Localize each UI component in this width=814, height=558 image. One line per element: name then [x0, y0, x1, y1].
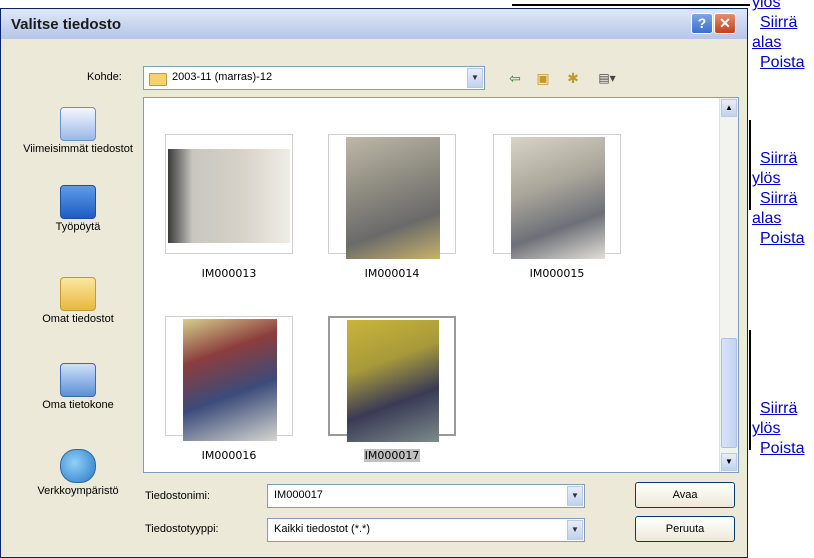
place-recent[interactable]: Viimeisimmät tiedostot	[16, 107, 140, 155]
look-in-label: Kohde:	[87, 71, 122, 83]
my-documents-icon	[60, 277, 96, 311]
new-folder-icon[interactable]: ✱	[563, 69, 583, 87]
places-bar: Viimeisimmät tiedostot Työpöytä Omat tie…	[16, 97, 140, 517]
my-computer-icon	[60, 363, 96, 397]
place-my-computer[interactable]: Oma tietokone	[16, 363, 140, 411]
link-move-2[interactable]: Siirrä	[760, 150, 797, 168]
place-network[interactable]: Verkkoympäristö	[16, 449, 140, 497]
look-in-value: 2003-11 (marras)-12	[172, 71, 273, 83]
scroll-thumb[interactable]	[721, 338, 737, 448]
thumbnail-frame	[165, 316, 293, 441]
filetype-value: Kaikki tiedostot (*.*)	[274, 523, 370, 535]
thumbnail-frame	[328, 316, 456, 442]
folder-icon	[149, 73, 167, 86]
photo-thumbnail	[346, 137, 440, 259]
dialog-title: Valitse tiedosto	[11, 16, 122, 33]
photo-thumbnail	[511, 137, 605, 259]
filetype-label: Tiedostotyyppi:	[145, 523, 219, 535]
divider	[749, 330, 751, 450]
filename-value: IM000017	[274, 489, 323, 501]
file-name: IM000016	[201, 449, 257, 462]
place-label: Verkkoympäristö	[37, 485, 119, 497]
scroll-up-icon[interactable]: ▲	[721, 99, 737, 117]
vertical-scrollbar[interactable]: ▲ ▼	[719, 98, 738, 472]
recent-documents-icon	[60, 107, 96, 141]
file-list[interactable]: IM000013 IM000014 IM000015 IM000016 IM00…	[143, 97, 739, 473]
file-name: IM000017	[363, 449, 421, 462]
network-places-icon	[60, 449, 96, 483]
link-down-2[interactable]: alas	[752, 210, 781, 228]
title-bar: Valitse tiedosto ? ✕	[1, 9, 747, 39]
chevron-down-icon[interactable]: ▼	[567, 520, 583, 540]
place-label: Työpöytä	[55, 221, 101, 233]
link-move-1[interactable]: Siirrä	[760, 14, 797, 32]
link-delete-1[interactable]: Poista	[760, 54, 804, 72]
cancel-button[interactable]: Peruuta	[635, 516, 735, 542]
place-label: Viimeisimmät tiedostot	[23, 143, 133, 155]
place-label: Oma tietokone	[42, 399, 114, 411]
file-item-selected[interactable]: IM000017	[328, 316, 456, 462]
link-up-1[interactable]: ylös	[752, 0, 780, 12]
photo-thumbnail	[347, 320, 439, 442]
link-delete-3[interactable]: Poista	[760, 440, 804, 458]
desktop-icon	[60, 185, 96, 219]
place-desktop[interactable]: Työpöytä	[16, 185, 140, 233]
back-icon[interactable]: ⇦	[505, 69, 525, 87]
file-item[interactable]: IM000016	[165, 316, 293, 462]
divider	[749, 120, 751, 210]
link-move-3[interactable]: Siirrä	[760, 400, 797, 418]
file-name: IM000015	[529, 267, 585, 280]
link-up-3[interactable]: ylös	[752, 420, 780, 438]
photo-thumbnail	[183, 319, 277, 441]
filename-label: Tiedostonimi:	[145, 490, 211, 502]
thumbnail-frame	[493, 134, 621, 259]
close-button[interactable]: ✕	[714, 13, 736, 34]
view-menu-icon[interactable]: ▤▾	[593, 69, 621, 87]
chevron-down-icon[interactable]: ▼	[567, 486, 583, 506]
open-button[interactable]: Avaa	[635, 482, 735, 508]
chevron-down-icon[interactable]: ▼	[467, 68, 483, 88]
divider	[512, 4, 750, 6]
thumbnail-frame	[165, 134, 293, 254]
link-delete-2[interactable]: Poista	[760, 230, 804, 248]
thumbnail-frame	[328, 134, 456, 259]
look-in-dropdown[interactable]: 2003-11 (marras)-12 ▼	[143, 66, 485, 90]
place-my-documents[interactable]: Omat tiedostot	[16, 277, 140, 325]
filename-input[interactable]: IM000017 ▼	[267, 484, 585, 508]
file-name: IM000014	[364, 267, 420, 280]
help-button[interactable]: ?	[691, 13, 713, 34]
file-item[interactable]: IM000013	[165, 134, 293, 280]
place-label: Omat tiedostot	[42, 313, 114, 325]
file-item[interactable]: IM000015	[493, 134, 621, 280]
filetype-dropdown[interactable]: Kaikki tiedostot (*.*) ▼	[267, 518, 585, 542]
photo-thumbnail	[168, 149, 290, 243]
file-item[interactable]: IM000014	[328, 134, 456, 280]
link-down-1[interactable]: alas	[752, 34, 781, 52]
link-up-2[interactable]: ylös	[752, 170, 780, 188]
file-open-dialog: Valitse tiedosto ? ✕ Kohde: 2003-11 (mar…	[0, 8, 748, 558]
link-move-down-2[interactable]: Siirrä	[760, 190, 797, 208]
scroll-down-icon[interactable]: ▼	[721, 453, 737, 471]
up-folder-icon[interactable]: ▣	[533, 69, 553, 87]
file-name: IM000013	[201, 267, 257, 280]
